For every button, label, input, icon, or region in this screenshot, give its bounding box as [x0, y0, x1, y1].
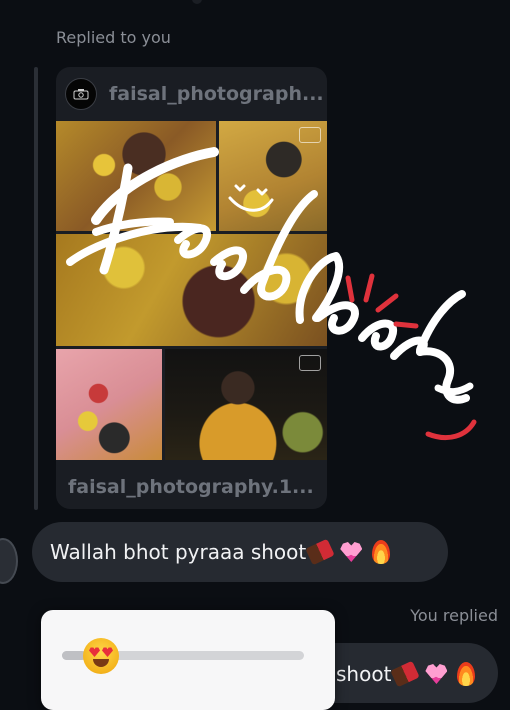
shared-story-card[interactable]: faisal_photograph... faisal_photography.…	[56, 67, 327, 509]
reply-quote-bar	[34, 67, 38, 510]
chocolate-bar-icon	[390, 660, 421, 688]
growing-heart-icon	[425, 664, 448, 684]
sender-avatar[interactable]	[0, 538, 18, 584]
you-replied-label: You replied	[410, 606, 498, 625]
heart-eye-icon	[102, 647, 113, 657]
story-footer-username[interactable]: faisal_photography.1...	[68, 476, 314, 498]
photo-bride-phone	[219, 121, 327, 231]
chocolate-bar-icon	[305, 538, 335, 566]
fire-icon	[457, 662, 476, 686]
story-avatar[interactable]	[65, 78, 97, 110]
heart-eyes-emoji-icon[interactable]	[83, 638, 119, 674]
camera-icon	[73, 89, 89, 100]
story-photo-collage[interactable]	[56, 121, 327, 460]
story-username[interactable]: faisal_photograph...	[109, 83, 324, 105]
reply-text-row: shoot	[336, 660, 476, 688]
smile-mouth	[93, 659, 109, 667]
growing-heart-icon	[340, 542, 363, 562]
photo-mehndi-hands	[56, 234, 327, 346]
photo-watermark	[299, 127, 321, 143]
message-text: Wallah bhot pyraaa shoot	[50, 540, 307, 564]
status-indicator	[192, 0, 202, 4]
reply-text: shoot	[336, 662, 392, 686]
photo-bride-dark	[165, 349, 327, 460]
fire-icon	[372, 540, 391, 564]
photo-bride-pink	[56, 349, 162, 460]
message-bubble[interactable]: Wallah bhot pyraaa shoot	[32, 522, 448, 582]
replied-to-you-label: Replied to you	[56, 28, 171, 47]
story-header[interactable]: faisal_photograph...	[56, 67, 327, 121]
photo-hands-flowers	[56, 121, 216, 231]
heart-eye-icon	[89, 647, 100, 657]
photo-watermark	[299, 355, 321, 371]
